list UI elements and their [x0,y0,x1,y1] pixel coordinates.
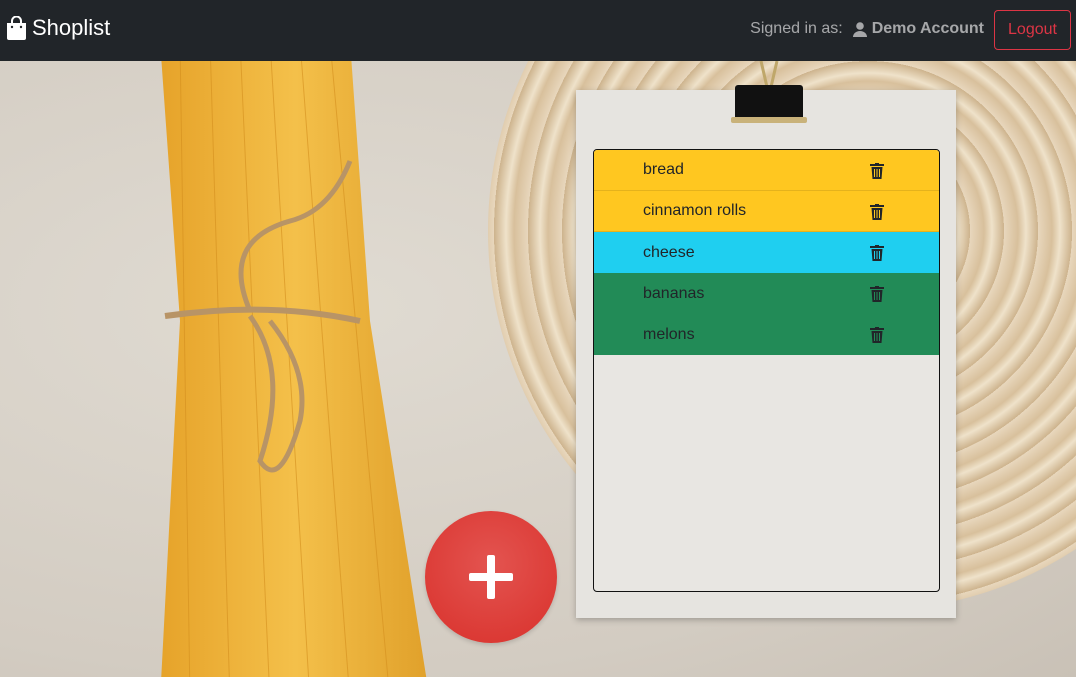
brand-name: Shoplist [32,15,111,40]
list-item-label: melons [643,325,695,343]
top-navbar: Shoplist Signed in as: Demo Account Logo… [0,0,1076,61]
list-item[interactable]: cheese [594,232,939,273]
list-item[interactable]: cinnamon rolls [594,191,939,232]
list-item-label: cheese [643,243,695,261]
plus-icon [469,555,513,599]
list-item[interactable]: melons [594,314,939,355]
add-item-button[interactable] [425,511,557,643]
logout-button[interactable]: Logout [994,10,1071,50]
list-item-label: bread [643,161,684,178]
trash-icon[interactable] [870,163,884,179]
shopping-bag-icon [7,16,26,40]
trash-icon[interactable] [870,245,884,261]
trash-icon[interactable] [870,286,884,302]
list-item-label: bananas [643,284,705,302]
signed-in-label: Signed in as: [750,20,843,37]
signed-in-status: Signed in as: Demo Account [750,20,984,38]
trash-icon[interactable] [870,327,884,343]
list-item[interactable]: bananas [594,273,939,314]
trash-icon[interactable] [870,204,884,220]
list-item[interactable]: bread [594,150,939,191]
account-name: Demo Account [871,20,984,37]
brand[interactable]: Shoplist [6,15,110,41]
shopping-list: bread cinnamon rolls cheese bananas melo… [593,149,940,592]
spaghetti-bundle [161,61,427,677]
list-item-label: cinnamon rolls [643,202,747,219]
user-icon [852,21,867,37]
binder-clip-icon [731,61,807,123]
